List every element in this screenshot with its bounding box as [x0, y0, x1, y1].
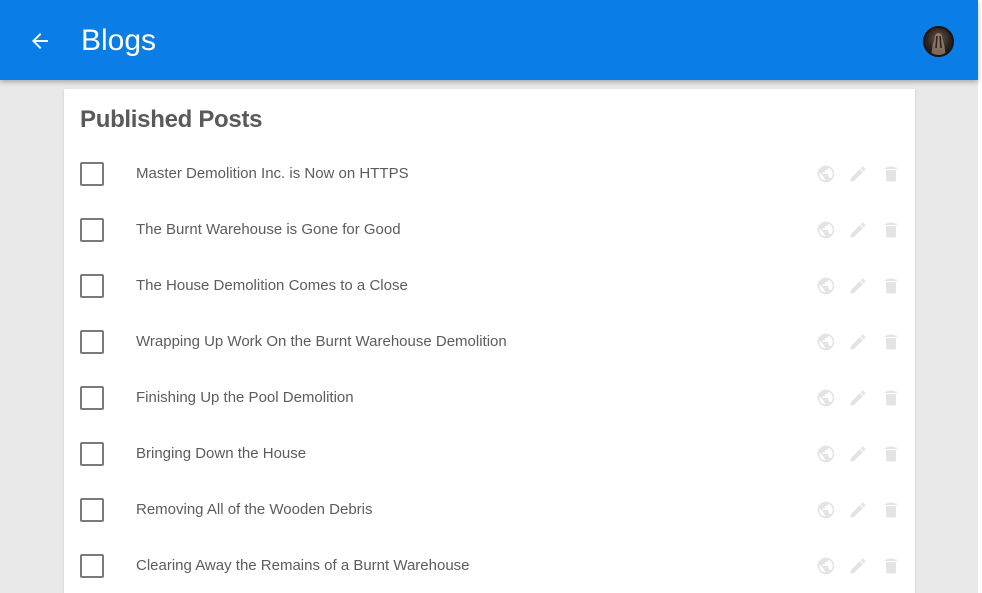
pencil-icon — [850, 446, 866, 462]
globe-icon — [817, 333, 835, 351]
edit-post-button[interactable] — [847, 331, 869, 353]
post-title[interactable]: The Burnt Warehouse is Gone for Good — [136, 221, 401, 238]
page-title: Blogs — [81, 24, 157, 57]
post-title[interactable]: Clearing Away the Remains of a Burnt War… — [136, 557, 470, 574]
post-title[interactable]: Finishing Up the Pool Demolition — [136, 389, 354, 406]
edit-post-button[interactable] — [847, 387, 869, 409]
post-checkbox[interactable] — [80, 330, 104, 354]
trash-icon — [885, 222, 897, 238]
pencil-icon — [850, 334, 866, 350]
post-title[interactable]: Master Demolition Inc. is Now on HTTPS — [136, 165, 409, 182]
post-title[interactable]: Wrapping Up Work On the Burnt Warehouse … — [136, 333, 507, 350]
pencil-icon — [850, 166, 866, 182]
pencil-icon — [850, 278, 866, 294]
trash-icon — [885, 446, 897, 462]
view-post-button[interactable] — [815, 387, 837, 409]
post-checkbox[interactable] — [80, 442, 104, 466]
window-edge — [978, 0, 982, 593]
arrow-left-icon — [32, 33, 48, 49]
trash-icon — [885, 278, 897, 294]
section-heading: Published Posts — [80, 106, 263, 133]
post-checkbox[interactable] — [80, 386, 104, 410]
edit-post-button[interactable] — [847, 499, 869, 521]
edit-post-button[interactable] — [847, 555, 869, 577]
post-row[interactable]: Master Demolition Inc. is Now on HTTPS — [64, 146, 915, 202]
user-avatar[interactable] — [923, 26, 954, 57]
globe-icon — [817, 501, 835, 519]
view-post-button[interactable] — [815, 499, 837, 521]
post-row[interactable]: Bringing Down the House — [64, 426, 915, 482]
post-title[interactable]: Bringing Down the House — [136, 445, 306, 462]
globe-icon — [817, 165, 835, 183]
trash-icon — [885, 334, 897, 350]
delete-post-button[interactable] — [880, 163, 902, 185]
globe-icon — [817, 277, 835, 295]
globe-icon — [817, 389, 835, 407]
globe-icon — [817, 557, 835, 575]
delete-post-button[interactable] — [880, 275, 902, 297]
post-checkbox[interactable] — [80, 274, 104, 298]
post-checkbox[interactable] — [80, 498, 104, 522]
delete-post-button[interactable] — [880, 331, 902, 353]
trash-icon — [885, 502, 897, 518]
edit-post-button[interactable] — [847, 219, 869, 241]
trash-icon — [885, 390, 897, 406]
delete-post-button[interactable] — [880, 387, 902, 409]
view-post-button[interactable] — [815, 163, 837, 185]
view-post-button[interactable] — [815, 219, 837, 241]
post-title[interactable]: Removing All of the Wooden Debris — [136, 501, 373, 518]
view-post-button[interactable] — [815, 275, 837, 297]
post-checkbox[interactable] — [80, 218, 104, 242]
delete-post-button[interactable] — [880, 555, 902, 577]
trash-icon — [885, 558, 897, 574]
globe-icon — [817, 221, 835, 239]
published-posts-card: Published Posts Master Demolition Inc. i… — [64, 89, 915, 593]
edit-post-button[interactable] — [847, 163, 869, 185]
pencil-icon — [850, 222, 866, 238]
post-title[interactable]: The House Demolition Comes to a Close — [136, 277, 408, 294]
avatar-silhouette-icon — [931, 33, 946, 55]
edit-post-button[interactable] — [847, 275, 869, 297]
pencil-icon — [850, 558, 866, 574]
post-row[interactable]: Wrapping Up Work On the Burnt Warehouse … — [64, 314, 915, 370]
pencil-icon — [850, 502, 866, 518]
app-bar: Blogs — [0, 0, 978, 80]
back-button[interactable] — [24, 25, 56, 57]
post-checkbox[interactable] — [80, 162, 104, 186]
post-row[interactable]: Finishing Up the Pool Demolition — [64, 370, 915, 426]
post-checkbox[interactable] — [80, 554, 104, 578]
post-row[interactable]: Removing All of the Wooden Debris — [64, 482, 915, 538]
delete-post-button[interactable] — [880, 499, 902, 521]
pencil-icon — [850, 390, 866, 406]
delete-post-button[interactable] — [880, 443, 902, 465]
view-post-button[interactable] — [815, 331, 837, 353]
trash-icon — [885, 166, 897, 182]
post-row[interactable]: Clearing Away the Remains of a Burnt War… — [64, 538, 915, 593]
globe-icon — [817, 445, 835, 463]
post-row[interactable]: The House Demolition Comes to a Close — [64, 258, 915, 314]
post-row[interactable]: The Burnt Warehouse is Gone for Good — [64, 202, 915, 258]
delete-post-button[interactable] — [880, 219, 902, 241]
view-post-button[interactable] — [815, 555, 837, 577]
edit-post-button[interactable] — [847, 443, 869, 465]
view-post-button[interactable] — [815, 443, 837, 465]
